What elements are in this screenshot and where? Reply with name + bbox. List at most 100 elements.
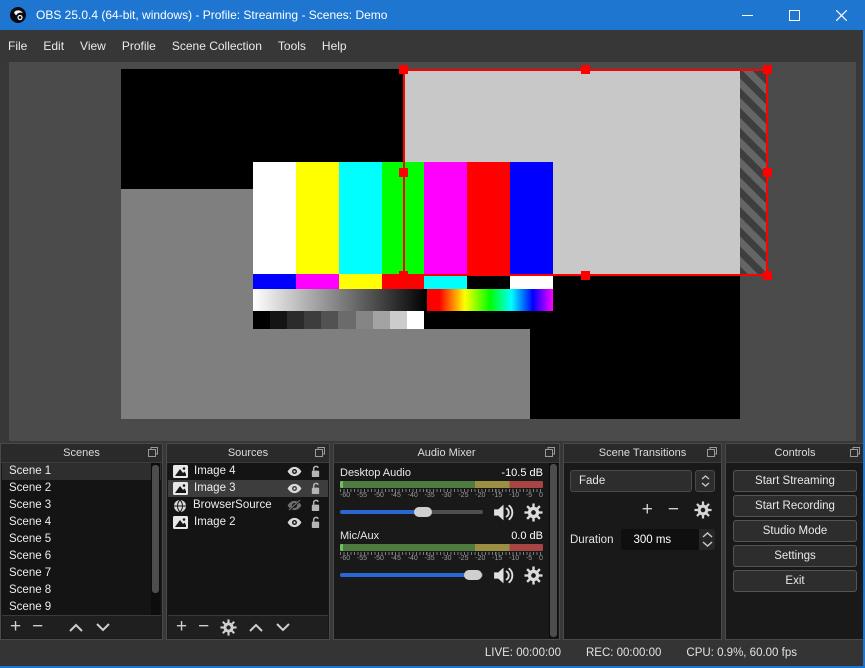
speaker-mute-button[interactable] [492,503,515,522]
menu-help[interactable]: Help [314,30,355,62]
duration-spinbox[interactable]: 300 ms [621,529,715,550]
selection-handle-middle-right[interactable] [763,168,772,177]
scenes-panel: Scenes Scene 1 Scene 2 Scene 3 Scene 4 S… [0,443,163,640]
mixer-scrollbar-thumb[interactable] [550,464,557,637]
sources-list: Image 4 Image 3 BrowserSource Image 2 [168,463,328,616]
unlocked-padlock-icon[interactable] [310,499,321,512]
add-scene-button[interactable]: + [10,617,21,636]
selection-handle-top-middle[interactable] [581,65,590,74]
menu-view[interactable]: View [72,30,114,62]
source-list-item[interactable]: Image 3 [168,480,328,497]
menu-tools[interactable]: Tools [270,30,314,62]
scenes-panel-header: Scenes [1,444,162,463]
db-scale-label: -60 [340,492,351,499]
volume-slider-handle[interactable] [463,570,482,580]
move-scene-down-button[interactable] [95,622,111,632]
visibility-eye-icon[interactable] [287,517,302,528]
scene-list-item[interactable]: Scene 3 [2,497,161,514]
scenes-toolbar: + − [2,615,161,638]
selection-handle-top-right[interactable] [763,65,772,74]
menu-profile[interactable]: Profile [114,30,164,62]
scene-list-item[interactable]: Scene 8 [2,582,161,599]
scene-list-item[interactable]: Scene 7 [2,565,161,582]
menu-scene-collection[interactable]: Scene Collection [164,30,270,62]
start-streaming-button[interactable]: Start Streaming [733,470,857,492]
transitions-panel-title: Scene Transitions [598,447,687,459]
speaker-mute-button[interactable] [492,566,515,585]
scenes-scrollbar-thumb[interactable] [152,465,159,593]
channel-settings-gear-button[interactable] [524,565,543,585]
selection-handle-bottom-right[interactable] [763,271,772,280]
settings-button[interactable]: Settings [733,545,857,567]
visibility-eye-icon[interactable] [287,483,302,494]
scene-list-item[interactable]: Scene 2 [2,480,161,497]
close-button[interactable] [818,0,865,30]
grayscale-steps [253,311,424,329]
db-scale-label: -10 [509,555,520,562]
selection-handle-middle-left[interactable] [399,168,408,177]
selection-handle-top-left[interactable] [399,65,408,74]
scenes-scrollbar[interactable] [151,463,160,616]
maximize-button[interactable] [771,0,818,30]
volume-slider-handle[interactable] [413,507,432,517]
menu-edit[interactable]: Edit [35,30,72,62]
scene-list-item[interactable]: Scene 6 [2,548,161,565]
color-bar [372,311,390,329]
transitions-panel-header: Scene Transitions [564,444,721,463]
popout-icon[interactable] [850,447,860,457]
duration-spin-buttons[interactable] [699,529,715,550]
transition-select-spinner[interactable] [695,470,715,492]
popout-icon[interactable] [315,447,325,457]
volume-meter [340,481,543,488]
studio-mode-button[interactable]: Studio Mode [733,520,857,542]
duration-value[interactable]: 300 ms [621,534,671,546]
minimize-icon [742,14,753,16]
source-list-item[interactable]: Image 2 [168,514,328,531]
menu-file[interactable]: File [0,30,35,62]
transition-selected-value[interactable]: Fade [570,470,692,492]
hidden-eye-slash-icon[interactable] [287,500,302,511]
color-bar [253,311,271,329]
popout-icon[interactable] [148,447,158,457]
source-list-item[interactable]: Image 4 [168,463,328,480]
popout-icon[interactable] [707,447,717,457]
scene-list-item[interactable]: Scene 9 [2,599,161,616]
unlocked-padlock-icon[interactable] [310,465,321,478]
source-list-item[interactable]: BrowserSource [168,497,328,514]
remove-source-button[interactable]: − [198,617,209,636]
remove-transition-button[interactable]: − [668,500,679,519]
obs-logo-icon[interactable] [9,6,27,24]
exit-button[interactable]: Exit [733,570,857,592]
source-name: Image 3 [194,482,236,494]
move-source-down-button[interactable] [275,622,291,632]
volume-slider[interactable] [340,570,483,580]
add-transition-button[interactable]: + [642,500,653,519]
channel-settings-gear-button[interactable] [524,502,543,522]
move-source-up-button[interactable] [248,623,264,632]
add-source-button[interactable]: + [176,617,187,636]
volume-slider[interactable] [340,507,483,517]
image-source-icon [173,482,188,495]
rec-time: REC: 00:00:00 [585,647,662,659]
live-time: LIVE: 00:00:00 [484,647,561,659]
visibility-eye-icon[interactable] [287,466,302,477]
unlocked-padlock-icon[interactable] [310,482,321,495]
transition-select[interactable]: Fade [570,470,715,492]
selection-outline [403,69,768,276]
minimize-button[interactable] [724,0,771,30]
unlocked-padlock-icon[interactable] [310,516,321,529]
color-bar [389,311,407,329]
source-properties-gear-button[interactable] [220,618,237,636]
popout-icon[interactable] [545,447,555,457]
selection-handle-bottom-middle[interactable] [581,271,590,280]
remove-scene-button[interactable]: − [32,617,43,636]
selection-handle-bottom-left[interactable] [399,271,408,280]
scene-list-item[interactable]: Scene 1 [2,463,161,480]
start-recording-button[interactable]: Start Recording [733,495,857,517]
scene-list-item[interactable]: Scene 5 [2,531,161,548]
move-scene-up-button[interactable] [68,623,84,632]
chevron-up-icon [701,475,709,480]
transition-properties-gear-button[interactable] [694,501,712,519]
scene-list-item[interactable]: Scene 4 [2,514,161,531]
mixer-scrollbar[interactable] [549,463,558,638]
